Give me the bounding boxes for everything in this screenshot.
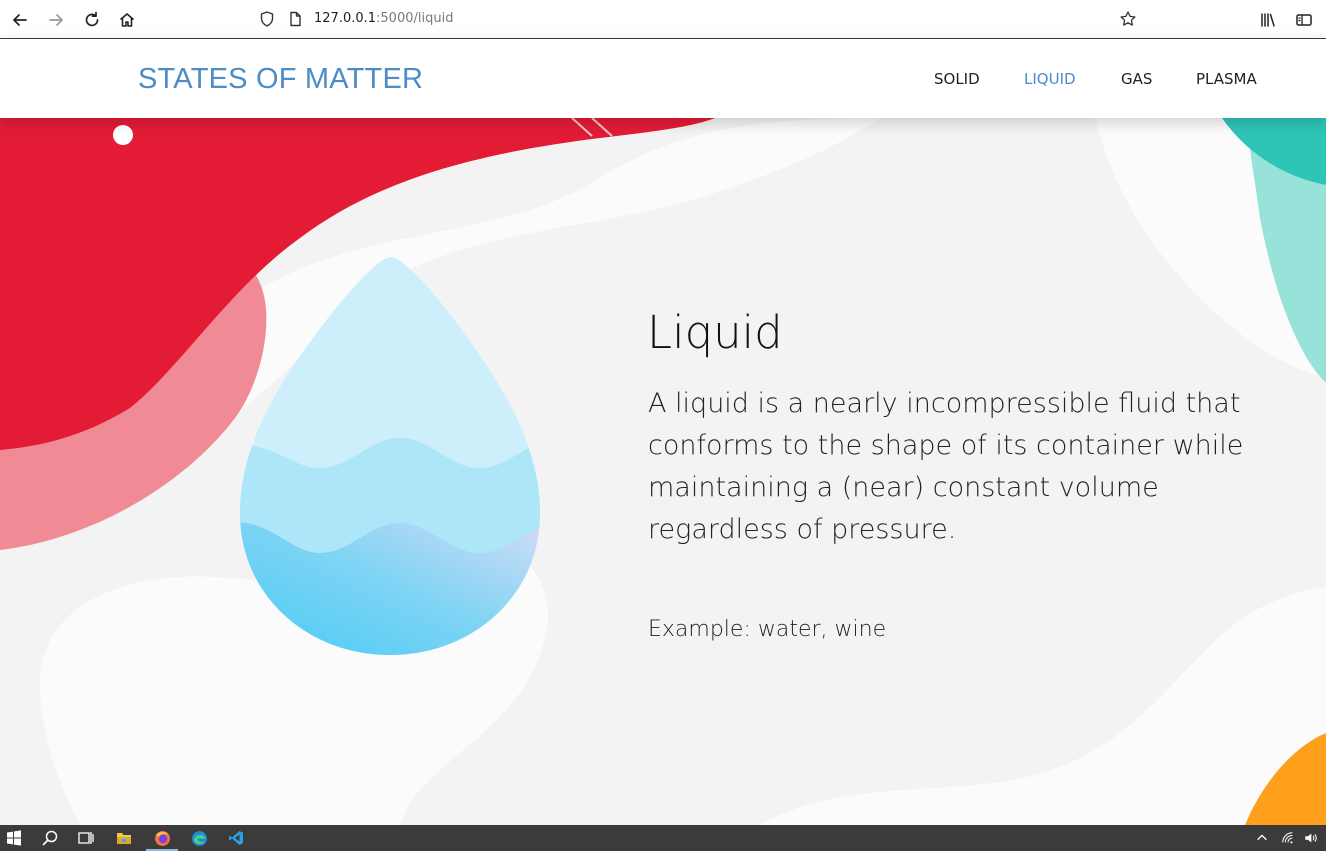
white-dot xyxy=(113,125,133,145)
nav-gas[interactable]: GAS xyxy=(1121,70,1152,88)
firefox-icon[interactable] xyxy=(146,829,178,851)
windows-start-icon[interactable] xyxy=(4,829,24,847)
nav-solid[interactable]: SOLID xyxy=(934,70,980,88)
vscode-icon[interactable] xyxy=(226,829,246,847)
page-title: Liquid xyxy=(647,306,783,359)
reload-icon[interactable] xyxy=(80,8,104,32)
url-bar[interactable]: 127.0.0.1:5000/liquid xyxy=(255,6,1155,32)
edge-icon[interactable] xyxy=(189,829,209,847)
search-icon[interactable] xyxy=(40,829,60,847)
back-arrow-icon[interactable] xyxy=(8,8,32,32)
site-header: STATES OF MATTER SOLID LIQUID GAS PLASMA xyxy=(0,39,1326,118)
library-icon[interactable] xyxy=(1256,8,1280,32)
file-explorer-icon[interactable] xyxy=(114,829,134,847)
page-description: A liquid is a nearly incompressible flui… xyxy=(648,388,1244,545)
home-icon[interactable] xyxy=(115,8,139,32)
volume-icon[interactable] xyxy=(1300,829,1320,847)
nav-liquid[interactable]: LIQUID xyxy=(1024,70,1076,88)
url-path: :5000/liquid xyxy=(376,11,454,26)
bookmark-star-icon[interactable] xyxy=(1116,7,1140,31)
taskbar xyxy=(0,825,1326,851)
url-host: 127.0.0.1 xyxy=(314,11,377,26)
browser-toolbar: 127.0.0.1:5000/liquid xyxy=(0,0,1326,39)
hero-section: Liquid A liquid is a nearly incompressib… xyxy=(0,118,1326,825)
tray-chevron-up-icon[interactable] xyxy=(1252,829,1272,847)
site-brand[interactable]: STATES OF MATTER xyxy=(138,63,423,96)
shield-icon[interactable] xyxy=(255,7,279,31)
page-info-icon[interactable] xyxy=(283,7,307,31)
task-view-icon[interactable] xyxy=(76,829,96,847)
forward-arrow-icon[interactable] xyxy=(44,8,68,32)
nav-plasma[interactable]: PLASMA xyxy=(1196,70,1257,88)
page-example: Example: water, wine xyxy=(648,617,887,642)
sidebar-toggle-icon[interactable] xyxy=(1292,8,1316,32)
url-text[interactable]: 127.0.0.1:5000/liquid xyxy=(314,11,453,26)
network-icon[interactable] xyxy=(1278,829,1298,847)
